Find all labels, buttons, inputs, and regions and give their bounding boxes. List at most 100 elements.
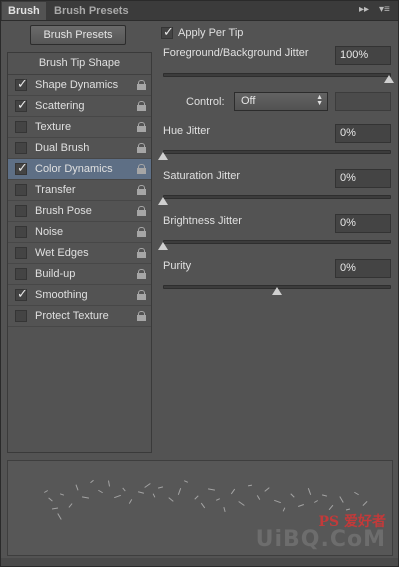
lock-icon[interactable] — [137, 311, 146, 321]
checkmark-icon: ✓ — [17, 286, 28, 301]
lock-icon[interactable] — [137, 269, 146, 279]
purity-field[interactable]: 0% — [335, 259, 391, 278]
panel-menu-icon[interactable]: ▾≡ — [379, 4, 390, 16]
fg-bg-jitter-label: Foreground/Background Jitter — [163, 47, 309, 59]
option-checkbox[interactable] — [15, 247, 27, 259]
hue-jitter-slider-thumb[interactable] — [158, 152, 168, 160]
saturation-jitter-slider[interactable] — [163, 195, 391, 199]
brush-stroke-mark — [114, 494, 121, 499]
lock-icon[interactable] — [137, 290, 146, 300]
brush-option-build-up[interactable]: Build-up — [8, 264, 151, 285]
brush-option-color-dynamics[interactable]: ✓ Color Dynamics — [8, 159, 151, 180]
hue-jitter-slider[interactable] — [163, 150, 391, 154]
brush-stroke-mark — [238, 501, 245, 506]
brush-stroke-preview: PS 爱好者 UiBQ.CoM — [7, 460, 393, 556]
brush-stroke-mark — [183, 480, 189, 483]
option-checkbox[interactable]: ✓ — [15, 97, 28, 112]
brush-stroke-mark — [354, 491, 359, 496]
double-chevron-right-icon[interactable]: ▸▸ — [359, 4, 369, 16]
hue-jitter-label: Hue Jitter — [163, 125, 211, 137]
brush-stroke-mark — [128, 499, 133, 504]
option-checkbox[interactable] — [15, 184, 27, 196]
fg-bg-jitter-slider-thumb[interactable] — [384, 75, 394, 83]
brush-option-noise[interactable]: Noise — [8, 222, 151, 243]
checkmark-icon: ✓ — [17, 97, 28, 112]
saturation-jitter-slider-thumb[interactable] — [158, 197, 168, 205]
brush-stroke-mark — [137, 491, 145, 494]
brush-stroke-mark — [264, 487, 270, 492]
tab-bar: Brush Brush Presets ▸▸ ▾≡ — [1, 1, 398, 21]
tab-brush[interactable]: Brush — [2, 2, 46, 20]
brush-stroke-mark — [144, 483, 151, 488]
brush-options-list: Brush Tip Shape ✓ Shape Dynamics ✓ Scatteri… — [7, 52, 152, 453]
brush-option-texture[interactable]: Texture — [8, 117, 151, 138]
brush-stroke-mark — [177, 488, 182, 495]
lock-icon[interactable] — [137, 185, 146, 195]
lock-icon[interactable] — [137, 248, 146, 258]
lock-icon[interactable] — [137, 164, 146, 174]
control-select[interactable]: Off ▲ ▼ — [234, 92, 328, 111]
brush-stroke-mark — [247, 484, 253, 487]
brightness-jitter-field[interactable]: 0% — [335, 214, 391, 233]
option-checkbox[interactable]: ✓ — [15, 77, 28, 91]
option-checkbox[interactable] — [15, 310, 27, 322]
lock-icon[interactable] — [137, 143, 146, 153]
brush-option-smoothing[interactable]: ✓ Smoothing — [8, 285, 151, 306]
option-label: Noise — [35, 226, 64, 238]
option-label: Transfer — [35, 184, 76, 196]
brush-stroke-mark — [328, 504, 334, 511]
watermark: PS 爱好者 UiBQ.CoM — [256, 515, 386, 551]
brush-stroke-mark — [51, 507, 59, 510]
brush-tip-shape-item[interactable]: Brush Tip Shape — [8, 53, 151, 75]
option-label: Build-up — [35, 268, 76, 280]
option-label: Wet Edges — [35, 247, 89, 259]
checkmark-icon: ✓ — [17, 160, 28, 175]
brush-option-scattering[interactable]: ✓ Scattering — [8, 96, 151, 117]
brush-stroke-mark — [223, 506, 226, 513]
brush-stroke-mark — [200, 502, 206, 509]
brush-stroke-mark — [314, 500, 318, 503]
brightness-jitter-slider[interactable] — [163, 240, 391, 244]
brush-option-transfer[interactable]: Transfer — [8, 180, 151, 201]
lock-icon[interactable] — [137, 122, 146, 132]
apply-per-tip-label: Apply Per Tip — [178, 27, 244, 39]
option-checkbox[interactable] — [15, 121, 27, 133]
fg-bg-jitter-field[interactable]: 100% — [335, 46, 391, 65]
brush-stroke-mark — [290, 493, 295, 498]
brush-option-shape-dynamics[interactable]: ✓ Shape Dynamics — [8, 75, 151, 96]
tab-brush-presets[interactable]: Brush Presets — [48, 2, 138, 20]
saturation-jitter-field[interactable]: 0% — [335, 169, 391, 188]
option-checkbox[interactable] — [15, 205, 27, 217]
control-label: Control: — [186, 96, 225, 108]
purity-slider-thumb[interactable] — [272, 287, 282, 295]
apply-per-tip-checkbox[interactable]: ✓ — [161, 25, 174, 39]
option-label: Smoothing — [35, 289, 88, 301]
hue-jitter-field[interactable]: 0% — [335, 124, 391, 143]
brush-option-wet-edges[interactable]: Wet Edges — [8, 243, 151, 264]
lock-icon[interactable] — [137, 101, 146, 111]
brush-option-brush-pose[interactable]: Brush Pose — [8, 201, 151, 222]
fg-bg-jitter-slider[interactable] — [163, 73, 391, 77]
option-label: Dual Brush — [35, 142, 90, 154]
brush-option-dual-brush[interactable]: Dual Brush — [8, 138, 151, 159]
option-checkbox[interactable] — [15, 142, 27, 154]
brush-stroke-mark — [256, 495, 261, 500]
option-checkbox[interactable] — [15, 268, 27, 280]
lock-icon[interactable] — [137, 206, 146, 216]
brush-stroke-mark — [59, 493, 65, 496]
brush-stroke-mark — [207, 488, 216, 491]
option-checkbox[interactable]: ✓ — [15, 286, 28, 301]
brush-stroke-mark — [107, 480, 111, 487]
brush-option-protect-texture[interactable]: Protect Texture — [8, 306, 151, 327]
option-checkbox[interactable] — [15, 226, 27, 238]
brush-stroke-mark — [90, 479, 94, 484]
purity-label: Purity — [163, 260, 192, 272]
lock-icon[interactable] — [137, 227, 146, 237]
select-arrows-icon: ▲ ▼ — [316, 94, 323, 107]
option-label: Color Dynamics — [35, 163, 113, 175]
lock-icon[interactable] — [137, 80, 146, 90]
option-checkbox[interactable]: ✓ — [15, 160, 28, 175]
brush-stroke-mark — [282, 507, 286, 512]
brush-presets-button[interactable]: Brush Presets — [30, 25, 126, 45]
brightness-jitter-slider-thumb[interactable] — [158, 242, 168, 250]
